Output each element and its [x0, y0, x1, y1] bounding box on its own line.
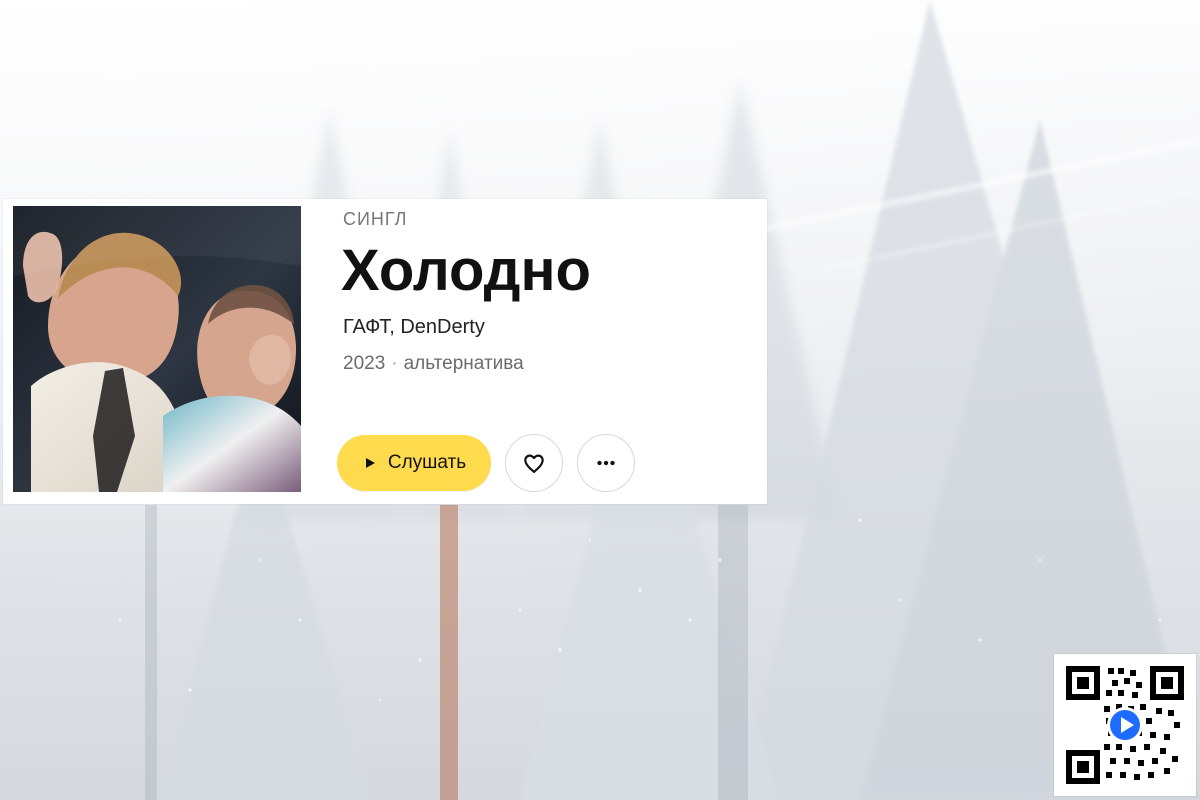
album-cover[interactable]	[13, 206, 301, 492]
release-type: СИНГЛ	[343, 209, 408, 229]
artists[interactable]: ГАФТ, DenDerty	[343, 316, 485, 339]
qr-code-icon	[1060, 660, 1190, 790]
play-icon	[362, 455, 378, 471]
release-title[interactable]: Холодно	[341, 239, 591, 303]
more-button[interactable]	[577, 434, 635, 492]
play-button[interactable]: Слушать	[337, 435, 491, 491]
controls: Слушать	[337, 433, 635, 493]
play-button-label: Слушать	[387, 452, 467, 473]
like-button[interactable]	[505, 434, 563, 492]
album-card: СИНГЛ Холодно ГАФТ, DenDerty 2023 · альтер…	[3, 199, 767, 504]
qr-code[interactable]	[1054, 654, 1196, 796]
release-year: 2023	[343, 353, 386, 374]
heart-icon	[521, 450, 547, 476]
album-meta: СИНГЛ Холодно ГАФТ, DenDerty 2023 · альтер…	[337, 207, 757, 494]
release-details: 2023 · альтернатива	[343, 353, 524, 375]
album-cover-image	[13, 206, 301, 492]
details-separator: ·	[391, 353, 398, 374]
more-icon	[593, 450, 619, 476]
release-genre[interactable]: альтернатива	[404, 353, 524, 374]
